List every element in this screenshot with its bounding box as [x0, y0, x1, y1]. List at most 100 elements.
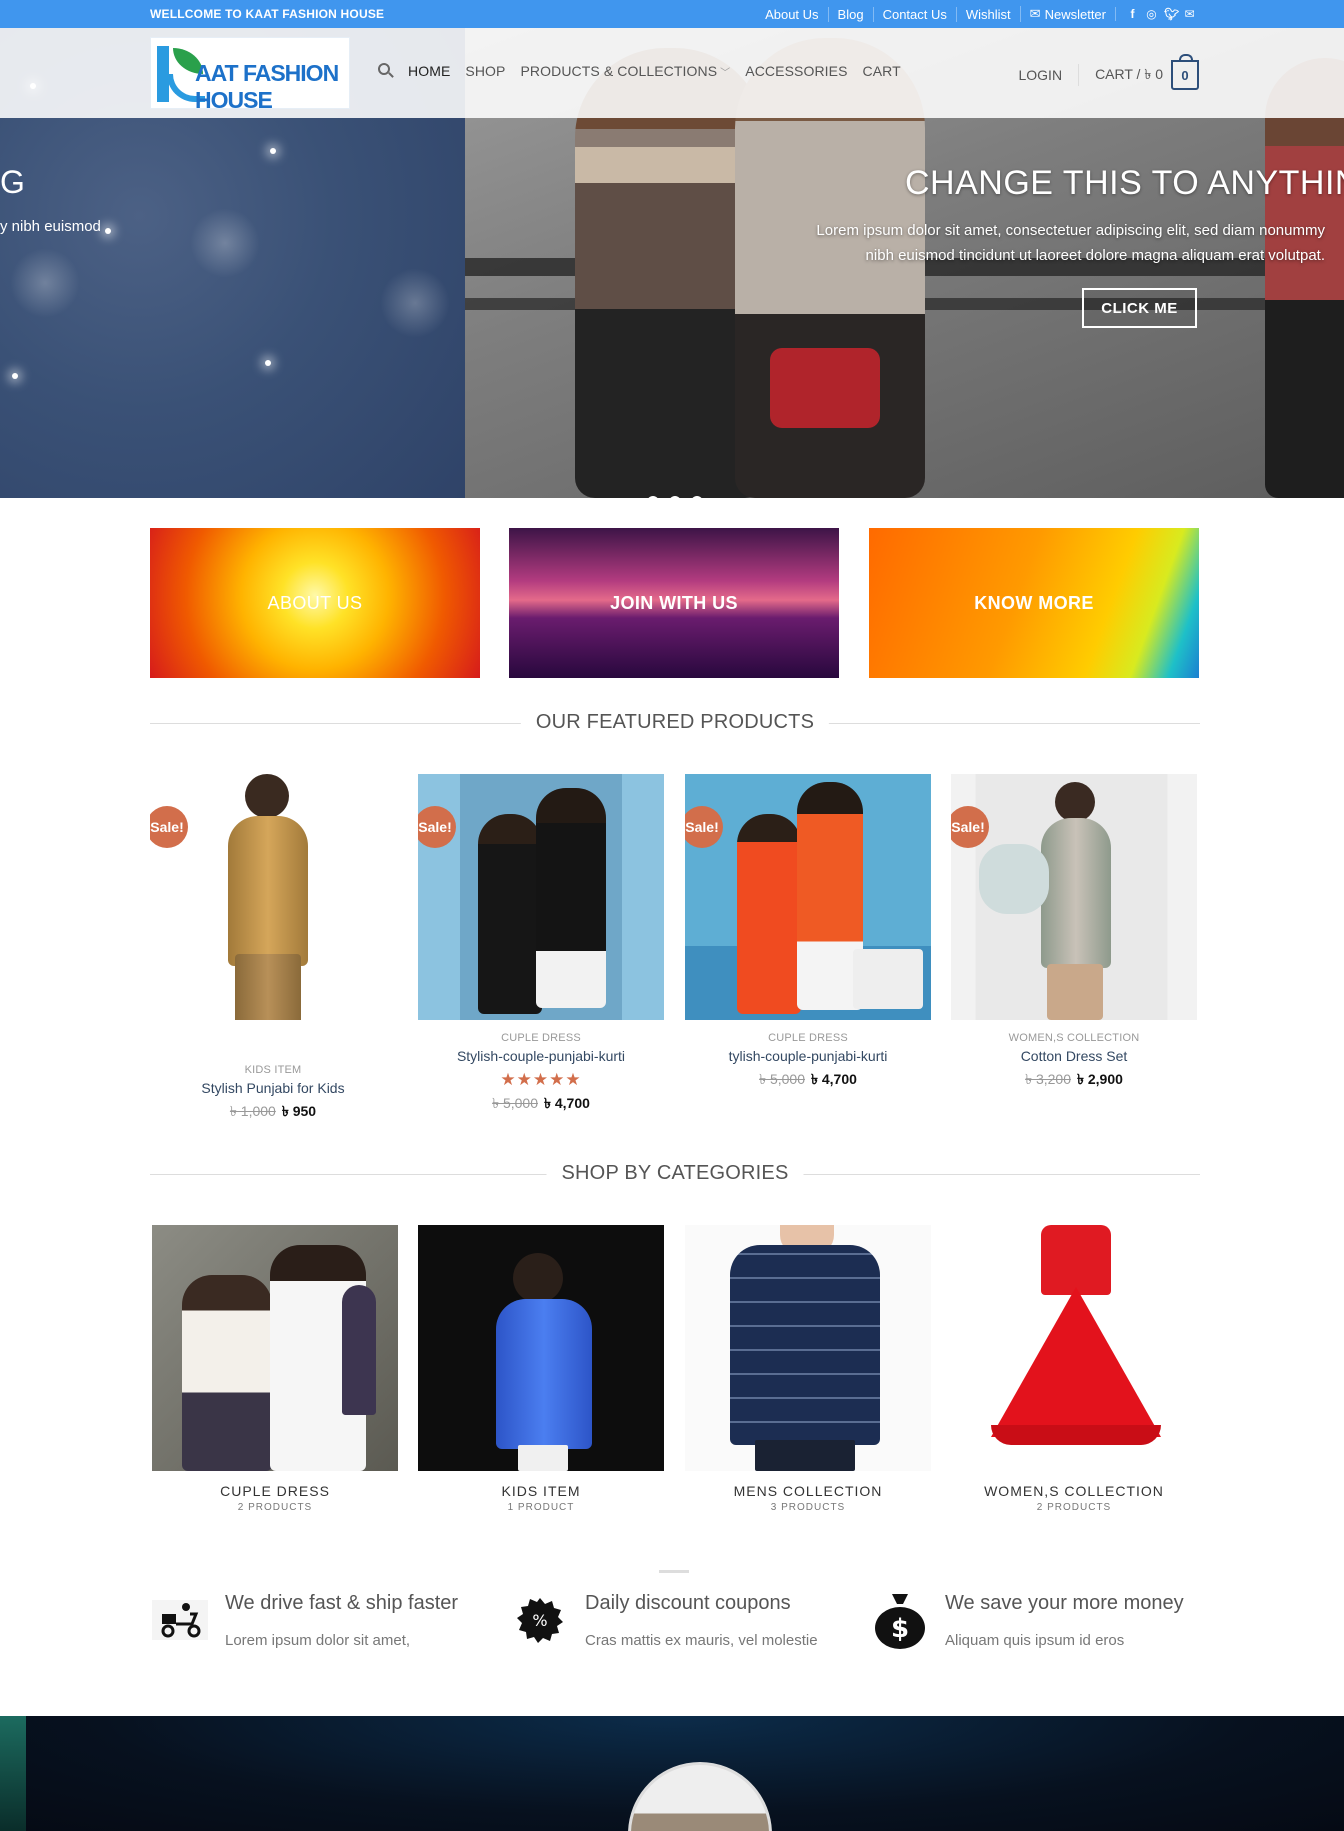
old-price: ৳ 5,000 — [759, 1071, 805, 1087]
slider-dot-2[interactable] — [669, 496, 681, 498]
sale-badge: Sale! — [150, 806, 188, 848]
category-card[interactable]: WOMEN,S COLLECTION 2 PRODUCTS — [951, 1225, 1197, 1513]
product-card[interactable]: Sale! WOMEN,S COLLECTION Cotton Dress Se… — [951, 774, 1197, 1092]
product-price: ৳ 3,200 ৳ 2,900 — [951, 1068, 1197, 1092]
hero-model-image — [1265, 58, 1344, 498]
social-icons: f ◎ 🐦︎ ✉ — [1115, 7, 1196, 21]
category-name[interactable]: WOMEN,S COLLECTION — [951, 1483, 1197, 1499]
categories-heading: SHOP BY CATEGORIES — [150, 1160, 1200, 1190]
click-me-button[interactable]: CLICK ME — [1082, 288, 1197, 328]
category-card[interactable]: KIDS ITEM 1 PRODUCT — [418, 1225, 664, 1513]
product-name[interactable]: Stylish Punjabi for Kids — [150, 1080, 396, 1096]
blog-link[interactable]: Blog — [827, 6, 873, 22]
product-category: CUPLE DRESS — [501, 1032, 581, 1044]
discount-badge-icon: % — [510, 1590, 570, 1650]
login-link[interactable]: LOGIN — [1018, 64, 1080, 86]
category-name[interactable]: MENS COLLECTION — [685, 1483, 931, 1499]
product-image[interactable]: Sale! — [418, 774, 664, 1020]
product-card[interactable]: Sale! CUPLE DRESS tylish-couple-punjabi-… — [685, 774, 931, 1092]
hero-previous-title: G — [0, 164, 25, 200]
svg-text:$: $ — [891, 1614, 909, 1644]
category-name[interactable]: CUPLE DRESS — [152, 1483, 398, 1499]
product-image[interactable]: Sale! — [150, 774, 396, 1020]
about-us-banner-label: ABOUT US — [267, 592, 363, 613]
product-name[interactable]: Cotton Dress Set — [951, 1048, 1197, 1064]
facebook-icon[interactable]: f — [1126, 7, 1139, 21]
feature-title: Daily discount coupons — [585, 1592, 791, 1614]
sale-price: ৳ 4,700 — [544, 1095, 590, 1111]
slider-dot-3[interactable] — [691, 496, 703, 498]
contact-us-link[interactable]: Contact Us — [872, 6, 956, 22]
category-card[interactable]: CUPLE DRESS 2 PRODUCTS — [152, 1225, 398, 1513]
product-card[interactable]: Sale! CUPLE DRESS Stylish-couple-punjabi… — [418, 774, 664, 1116]
site-header: AAT FASHION HOUSE HOME SHOP PRODUCTS & C… — [0, 28, 1344, 118]
nav-home[interactable]: HOME — [408, 63, 450, 79]
feature-shipping: We drive fast & ship faster Lorem ipsum … — [150, 1590, 490, 1660]
nav-shop[interactable]: SHOP — [465, 63, 505, 79]
join-with-us-banner-label: JOIN WITH US — [610, 592, 738, 613]
old-price: ৳ 3,200 — [1025, 1071, 1071, 1087]
twitter-icon[interactable]: 🐦︎ — [1164, 7, 1179, 21]
cart-icon[interactable]: 0 — [1171, 54, 1199, 90]
logo-text: AAT FASHION HOUSE — [195, 60, 339, 109]
join-with-us-banner[interactable]: JOIN WITH US — [509, 528, 839, 678]
chevron-down-icon: ﹀ — [720, 68, 731, 79]
sale-price: ৳ 4,700 — [811, 1071, 857, 1087]
svg-text:%: % — [532, 1611, 547, 1630]
product-image[interactable]: Sale! — [685, 774, 931, 1020]
slider-dot-1[interactable] — [647, 496, 659, 498]
sale-badge: Sale! — [685, 806, 723, 848]
category-count: 3 PRODUCTS — [770, 1502, 846, 1513]
sale-price: ৳ 950 — [281, 1103, 317, 1119]
know-more-banner-label: KNOW MORE — [974, 592, 1094, 613]
newsletter-link[interactable]: ✉ Newsletter — [1019, 6, 1115, 22]
nav-cart[interactable]: CART — [863, 63, 901, 79]
category-image[interactable] — [685, 1225, 931, 1471]
cart-link[interactable]: CART / ৳ 0 — [1095, 63, 1163, 87]
know-more-banner[interactable]: KNOW MORE — [869, 528, 1199, 678]
nav-products-collections-label: PRODUCTS & COLLECTIONS — [520, 63, 718, 79]
product-card[interactable]: Sale! KIDS ITEM Stylish Punjabi for Kids… — [150, 774, 396, 1124]
delivery-scooter-icon — [150, 1590, 210, 1650]
product-category: WOMEN,S COLLECTION — [1008, 1032, 1140, 1044]
search-icon[interactable] — [378, 63, 394, 79]
nav-products-collections[interactable]: PRODUCTS & COLLECTIONS ﹀ — [520, 63, 730, 79]
header-account: LOGIN CART / ৳ 0 0 — [1018, 54, 1199, 90]
sale-badge: Sale! — [418, 806, 456, 848]
feature-savings: $ We save your more money Aliquam quis i… — [870, 1590, 1210, 1660]
product-name[interactable]: tylish-couple-punjabi-kurti — [685, 1048, 931, 1064]
envelope-icon: ✉ — [1029, 6, 1041, 21]
hero-handbag-image — [770, 348, 880, 428]
star-rating: ★★★★★ — [500, 1070, 582, 1089]
hero-previous-text: y nibh euismod — [0, 218, 101, 235]
product-name[interactable]: Stylish-couple-punjabi-kurti — [418, 1048, 664, 1064]
wishlist-link[interactable]: Wishlist — [955, 6, 1020, 22]
feature-discount: % Daily discount coupons Cras mattis ex … — [510, 1590, 850, 1660]
feature-text: Aliquam quis ipsum id eros — [945, 1632, 1125, 1649]
category-count: 2 PRODUCTS — [237, 1502, 313, 1513]
top-links: About Us Blog Contact Us Wishlist ✉ Newsl… — [756, 6, 1196, 22]
mail-icon[interactable]: ✉ — [1183, 7, 1196, 21]
hero-text: Lorem ipsum dolor sit amet, consectetuer… — [816, 222, 1325, 264]
category-image[interactable] — [418, 1225, 664, 1471]
slider-dots — [647, 496, 703, 498]
category-image[interactable] — [951, 1225, 1197, 1471]
category-count: 2 PRODUCTS — [1036, 1502, 1112, 1513]
product-image[interactable]: Sale! — [951, 774, 1197, 1020]
product-category: KIDS ITEM — [244, 1064, 302, 1076]
about-us-link[interactable]: About Us — [756, 7, 827, 22]
category-card[interactable]: MENS COLLECTION 3 PRODUCTS — [685, 1225, 931, 1513]
hero-title: CHANGE THIS TO ANYTHING — [905, 164, 1344, 202]
featured-products-title: OUR FEATURED PRODUCTS — [520, 711, 830, 734]
category-image[interactable] — [152, 1225, 398, 1471]
product-price: ৳ 5,000 ৳ 4,700 — [418, 1092, 664, 1116]
nav-accessories[interactable]: ACCESSORIES — [745, 63, 847, 79]
money-bag-icon: $ — [870, 1590, 930, 1650]
feature-title: We save your more money — [945, 1592, 1184, 1614]
instagram-icon[interactable]: ◎ — [1145, 7, 1158, 21]
old-price: ৳ 5,000 — [492, 1095, 538, 1111]
top-bar: WELLCOME TO KAAT FASHION HOUSE About Us … — [0, 0, 1344, 28]
about-us-banner[interactable]: ABOUT US — [150, 528, 480, 678]
site-logo[interactable]: AAT FASHION HOUSE — [150, 37, 350, 109]
category-name[interactable]: KIDS ITEM — [418, 1483, 664, 1499]
